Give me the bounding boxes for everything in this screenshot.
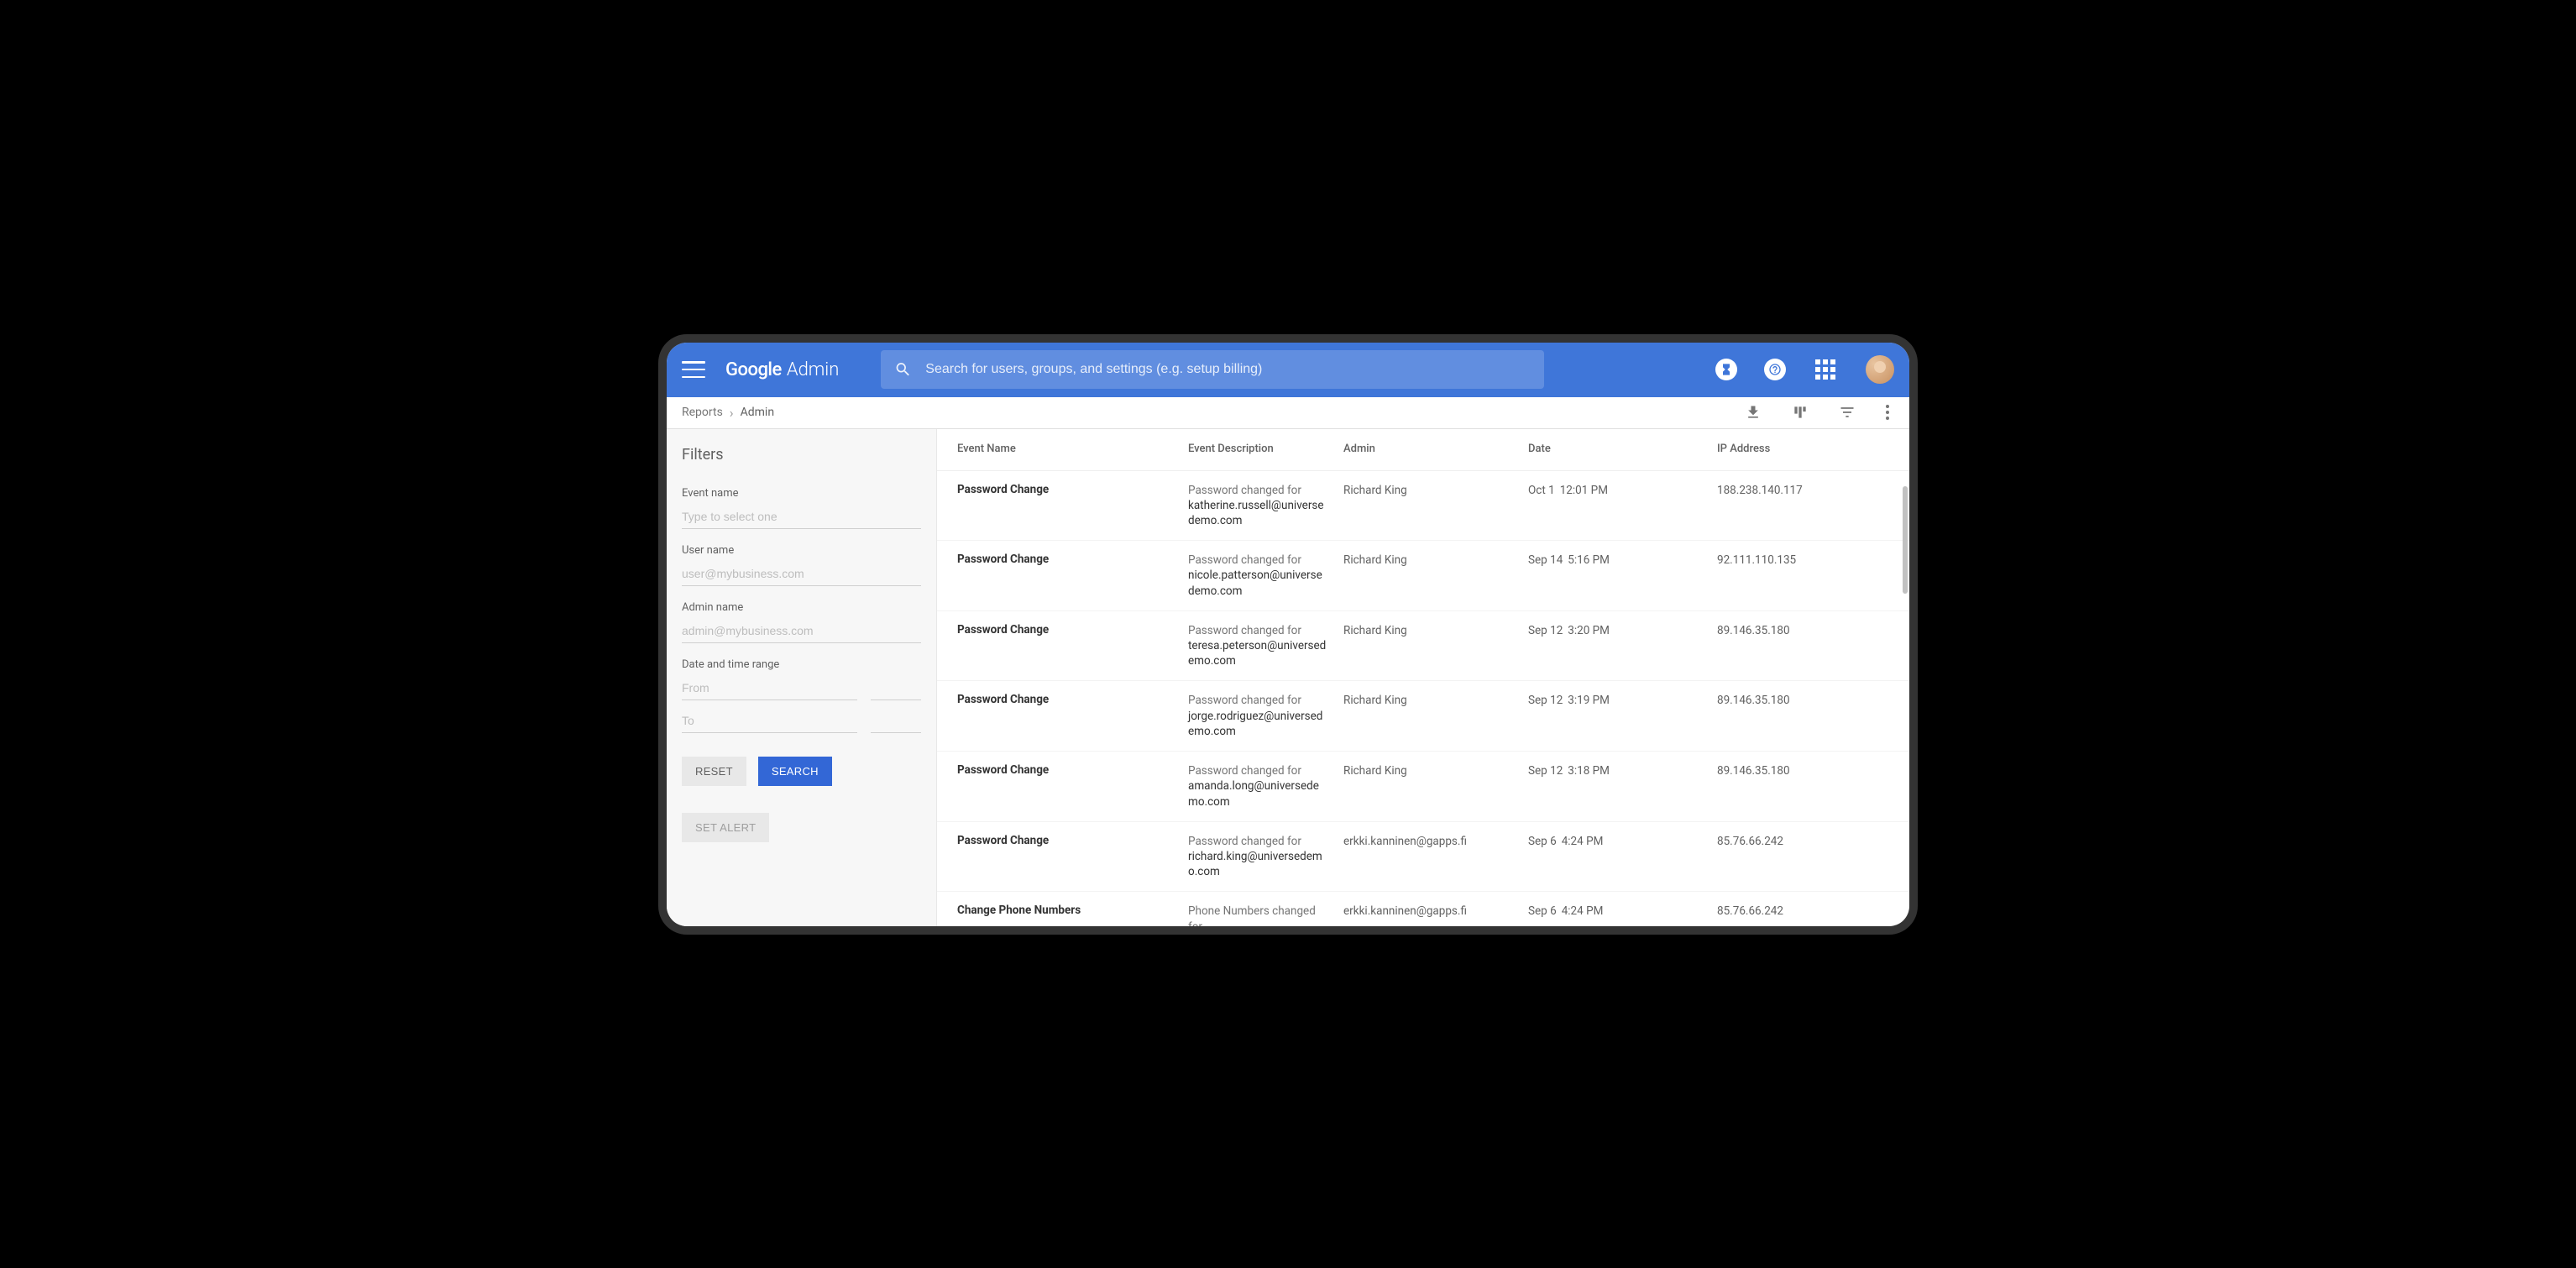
- cell-event: Password Change: [957, 763, 1188, 777]
- filter-user-name: User name: [667, 541, 936, 598]
- table-body: Password ChangePassword changed for kath…: [937, 471, 1909, 926]
- breadcrumb-reports[interactable]: Reports: [682, 406, 723, 419]
- cell-ip: 89.146.35.180: [1717, 763, 1889, 778]
- cell-ip: 92.111.110.135: [1717, 553, 1889, 567]
- filter-event-name: Event name: [667, 484, 936, 541]
- cell-ip: 85.76.66.242: [1717, 904, 1889, 918]
- cell-date: Oct 112:01 PM: [1528, 483, 1717, 497]
- filter-admin-name: Admin name: [667, 598, 936, 655]
- table-row[interactable]: Password ChangePassword changed for rich…: [937, 822, 1909, 893]
- col-header-desc[interactable]: Event Description: [1188, 443, 1343, 455]
- event-name-input[interactable]: [682, 505, 921, 529]
- table-content: Event Name Event Description Admin Date …: [937, 429, 1909, 926]
- user-name-label: User name: [682, 544, 921, 557]
- scrollbar-thumb[interactable]: [1903, 486, 1908, 594]
- table-row[interactable]: Change Phone NumbersPhone Numbers change…: [937, 892, 1909, 925]
- user-name-input[interactable]: [682, 562, 921, 586]
- filter-date-range: Date and time range: [667, 655, 936, 745]
- avatar[interactable]: [1866, 355, 1894, 384]
- logo-google-text: Google: [725, 359, 782, 380]
- toolbar-actions: [1745, 404, 1894, 421]
- screen: Google Admin Reports › Admin: [667, 343, 1909, 926]
- cell-event: Password Change: [957, 553, 1188, 566]
- filters-title: Filters: [667, 446, 936, 484]
- cell-ip: 188.238.140.117: [1717, 483, 1889, 497]
- cell-date: Sep 64:24 PM: [1528, 904, 1717, 918]
- cell-date: Sep 123:18 PM: [1528, 763, 1717, 778]
- breadcrumb-current: Admin: [741, 406, 774, 419]
- table-row[interactable]: Password ChangePassword changed for aman…: [937, 752, 1909, 822]
- app-header: Google Admin: [667, 343, 1909, 397]
- cell-admin: Richard King: [1343, 763, 1528, 778]
- col-header-event[interactable]: Event Name: [957, 443, 1188, 455]
- table-row[interactable]: Password ChangePassword changed for jorg…: [937, 681, 1909, 752]
- filters-sidebar: Filters Event name User name Admin name …: [667, 429, 937, 926]
- set-alert-button[interactable]: SET ALERT: [682, 813, 769, 842]
- filter-buttons: RESET SEARCH: [667, 745, 936, 798]
- cell-date: Sep 123:19 PM: [1528, 693, 1717, 707]
- help-icon[interactable]: [1764, 359, 1786, 380]
- table-row[interactable]: Password ChangePassword changed for nico…: [937, 541, 1909, 611]
- cell-date: Sep 64:24 PM: [1528, 834, 1717, 848]
- col-header-ip[interactable]: IP Address: [1717, 443, 1889, 455]
- cell-event: Password Change: [957, 483, 1188, 496]
- logo-admin-text: Admin: [787, 359, 840, 380]
- cell-event: Password Change: [957, 623, 1188, 637]
- date-to-input[interactable]: [682, 709, 857, 733]
- date-to-extra-input[interactable]: [871, 709, 921, 733]
- columns-icon[interactable]: [1792, 404, 1809, 421]
- cell-date: Sep 123:20 PM: [1528, 623, 1717, 637]
- breadcrumb: Reports › Admin: [682, 405, 774, 421]
- cell-desc: Password changed for jorge.rodriguez@uni…: [1188, 693, 1343, 739]
- search-box[interactable]: [881, 350, 1544, 389]
- admin-name-label: Admin name: [682, 601, 921, 614]
- cell-admin: erkki.kanninen@gapps.fi: [1343, 904, 1528, 918]
- table-row[interactable]: Password ChangePassword changed for kath…: [937, 471, 1909, 542]
- cell-event: Change Phone Numbers: [957, 904, 1188, 917]
- main: Filters Event name User name Admin name …: [667, 429, 1909, 926]
- device-frame: Google Admin Reports › Admin: [667, 343, 1909, 926]
- apps-icon[interactable]: [1815, 359, 1835, 380]
- search-icon: [894, 360, 912, 379]
- breadcrumb-bar: Reports › Admin: [667, 397, 1909, 429]
- col-header-admin[interactable]: Admin: [1343, 443, 1528, 455]
- logo[interactable]: Google Admin: [725, 359, 839, 380]
- filter-icon[interactable]: [1839, 404, 1856, 421]
- cell-date: Sep 145:16 PM: [1528, 553, 1717, 567]
- cell-ip: 85.76.66.242: [1717, 834, 1889, 848]
- cell-event: Password Change: [957, 693, 1188, 706]
- cell-desc: Password changed for nicole.patterson@un…: [1188, 553, 1343, 599]
- date-range-label: Date and time range: [682, 658, 921, 671]
- cell-desc: Password changed for katherine.russell@u…: [1188, 483, 1343, 529]
- admin-name-input[interactable]: [682, 619, 921, 643]
- cell-desc: Phone Numbers changed for richard.king@u…: [1188, 904, 1343, 925]
- cell-admin: Richard King: [1343, 483, 1528, 497]
- date-from-input[interactable]: [682, 676, 857, 700]
- col-header-date[interactable]: Date: [1528, 443, 1717, 455]
- menu-button[interactable]: [682, 359, 705, 380]
- cell-admin: Richard King: [1343, 693, 1528, 707]
- cell-admin: erkki.kanninen@gapps.fi: [1343, 834, 1528, 848]
- cell-ip: 89.146.35.180: [1717, 623, 1889, 637]
- hourglass-icon[interactable]: [1715, 359, 1737, 380]
- table-header: Event Name Event Description Admin Date …: [937, 429, 1909, 471]
- more-icon[interactable]: [1886, 405, 1889, 420]
- reset-button[interactable]: RESET: [682, 757, 746, 786]
- cell-event: Password Change: [957, 834, 1188, 847]
- event-name-label: Event name: [682, 487, 921, 500]
- chevron-right-icon: ›: [730, 405, 734, 421]
- search-input[interactable]: [925, 362, 1531, 377]
- cell-desc: Password changed for richard.king@univer…: [1188, 834, 1343, 880]
- cell-admin: Richard King: [1343, 553, 1528, 567]
- table-row[interactable]: Password ChangePassword changed for tere…: [937, 611, 1909, 682]
- cell-desc: Password changed for teresa.peterson@uni…: [1188, 623, 1343, 669]
- cell-ip: 89.146.35.180: [1717, 693, 1889, 707]
- date-from-extra-input[interactable]: [871, 676, 921, 700]
- search-button[interactable]: SEARCH: [758, 757, 832, 786]
- cell-desc: Password changed for amanda.long@univers…: [1188, 763, 1343, 810]
- cell-admin: Richard King: [1343, 623, 1528, 637]
- download-icon[interactable]: [1745, 404, 1762, 421]
